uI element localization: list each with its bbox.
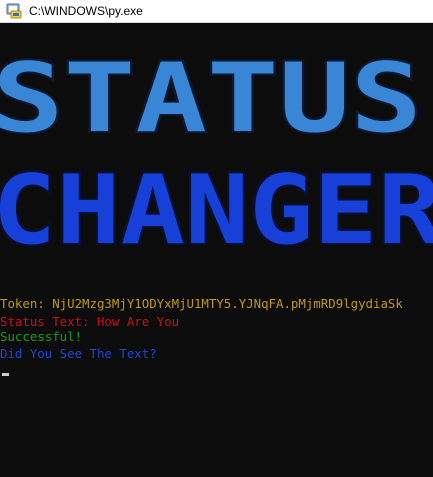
ascii-banner: STATUS CHANGER [0,23,433,273]
banner-line-changer: CHANGER [0,156,433,266]
text-cursor [2,373,9,376]
banner-line-status: STATUS [0,44,422,154]
success-line: Successful! [0,329,83,344]
status-text-line: Status Text: How Are You [0,314,180,329]
python-icon [6,3,22,19]
token-line: Token: NjU2Mzg3MjY1ODYxMjU1MTY5.YJNqFA.p… [0,296,403,311]
title-bar[interactable]: C:\WINDOWS\py.exe [0,0,433,23]
console-area[interactable]: STATUS CHANGER Token: NjU2Mzg3MjY1ODYxMj… [0,23,433,477]
prompt-line: Did You See The Text? [0,346,157,361]
window-title: C:\WINDOWS\py.exe [29,4,143,18]
